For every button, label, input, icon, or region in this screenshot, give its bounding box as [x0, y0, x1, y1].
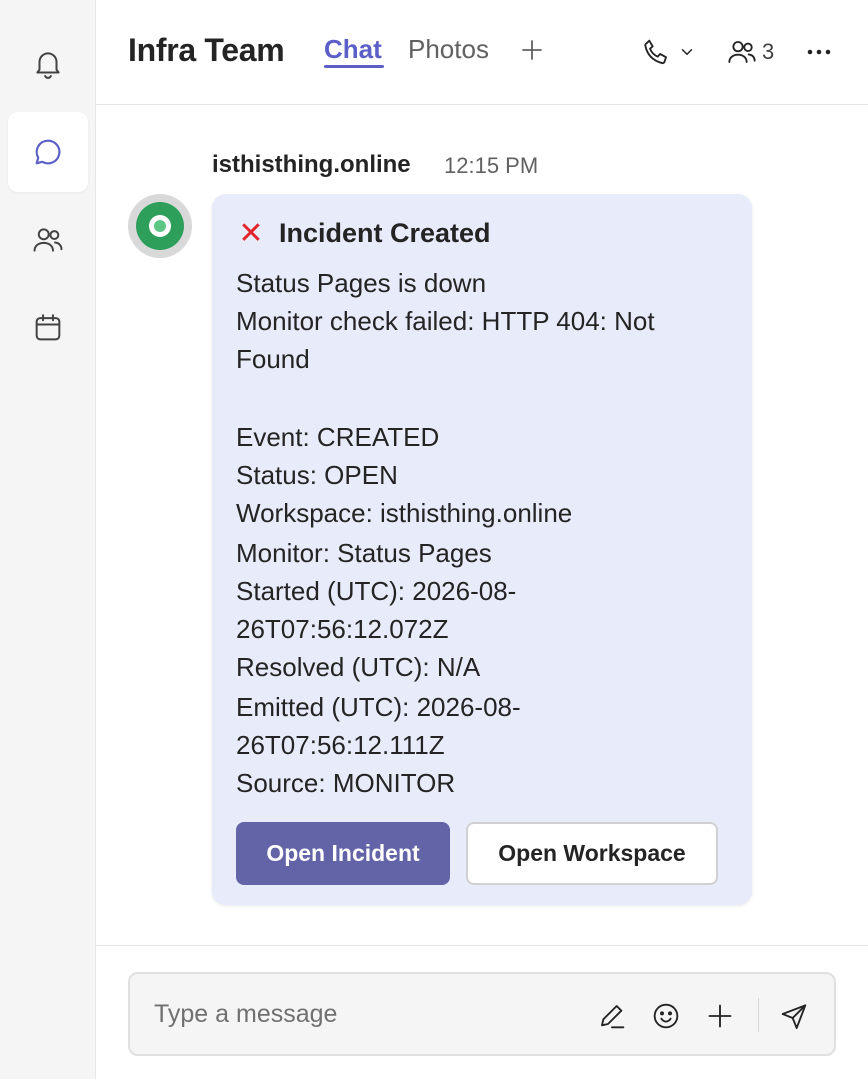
message-timestamp: 12:15 PM [444, 153, 539, 178]
send-icon [781, 1004, 807, 1029]
tab-photos[interactable]: Photos [408, 34, 489, 65]
more-options-button[interactable] [806, 40, 832, 64]
card-line: Event: CREATED [236, 422, 440, 452]
rail-item-calendar[interactable] [8, 288, 88, 368]
add-tab-button[interactable] [520, 38, 544, 62]
chat-icon [35, 139, 61, 165]
rail-item-activity[interactable] [8, 24, 88, 104]
message-input[interactable]: Type a message [154, 1000, 337, 1029]
card-line: 26T07:56:12.111Z [236, 730, 445, 760]
card-line: Emitted (UTC): 2026-08- [236, 692, 521, 722]
avatar[interactable] [128, 194, 192, 258]
card-line: Source: MONITOR [236, 768, 456, 798]
x-mark-icon: ✕ [238, 216, 264, 250]
compose-box[interactable]: Type a message [128, 972, 836, 1056]
incident-card: ✕ Incident Created Status Pages is down … [212, 194, 752, 905]
open-workspace-button[interactable]: Open Workspace [466, 822, 718, 885]
compose-divider [96, 945, 868, 946]
people-icon [33, 228, 63, 252]
people-icon [728, 41, 756, 63]
compose-separator [758, 998, 759, 1032]
card-line: Workspace: isthisthing.online [236, 498, 573, 528]
calendar-icon [35, 314, 61, 341]
card-line: Monitor: Status Pages [236, 538, 492, 568]
participants-count: 3 [762, 39, 775, 64]
card-line: Found [236, 344, 310, 374]
chat-title: Infra Team [128, 32, 285, 68]
emoji-button[interactable] [648, 998, 684, 1034]
card-title: Incident Created [279, 218, 491, 248]
card-line: 26T07:56:12.072Z [236, 614, 449, 644]
rail-item-teams[interactable] [8, 200, 88, 280]
chat-header: Infra Team Chat Photos 3 [96, 0, 868, 105]
card-line: Monitor check failed: HTTP 404: Not [236, 306, 655, 336]
card-header: ✕ Incident Created [236, 216, 491, 250]
tab-chat[interactable]: Chat [324, 34, 382, 65]
message-sender: isthisthing.online [212, 151, 411, 178]
chevron-down-icon [681, 49, 693, 55]
card-line: Status Pages is down [236, 268, 487, 298]
avatar-logo [136, 202, 184, 250]
pen-icon [601, 1005, 625, 1029]
open-incident-button[interactable]: Open Incident [236, 822, 450, 885]
card-line: Started (UTC): 2026-08- [236, 576, 517, 606]
bell-icon [36, 52, 60, 79]
format-button[interactable] [594, 998, 630, 1034]
attach-button[interactable] [702, 998, 738, 1034]
plus-icon [708, 1004, 732, 1028]
call-button[interactable] [640, 36, 696, 68]
more-icon [807, 49, 831, 55]
active-tab-underline [324, 65, 384, 68]
send-button[interactable] [776, 998, 812, 1034]
app-rail [0, 0, 96, 1079]
emoji-icon [653, 1003, 679, 1029]
plus-icon [522, 40, 542, 60]
rail-item-chat[interactable] [8, 112, 88, 192]
phone-icon [644, 39, 667, 65]
participants-button[interactable]: 3 [726, 36, 774, 68]
card-line: Status: OPEN [236, 460, 398, 490]
card-line: Resolved (UTC): N/A [236, 652, 481, 682]
